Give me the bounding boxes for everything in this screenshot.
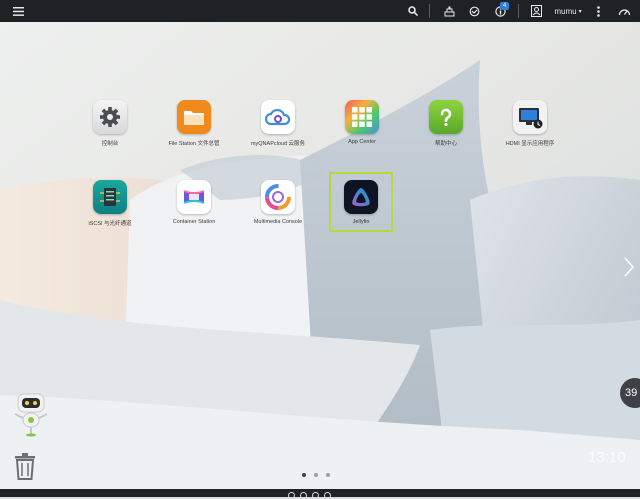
help-icon: [429, 100, 463, 134]
page-dot-2[interactable]: [314, 473, 318, 477]
app-file-station[interactable]: File Station 文件总管: [156, 100, 232, 147]
app-label: Container Station: [172, 219, 216, 225]
hdmi-display-icon: [513, 100, 547, 134]
tasks-icon: [444, 6, 454, 16]
container-icon: [177, 180, 211, 214]
app-control-panel[interactable]: 控制台: [72, 100, 148, 147]
app-label: App Center: [348, 139, 376, 145]
page-indicator: [302, 473, 330, 477]
app-label: iSCSI 与光纤通道: [88, 221, 132, 227]
app-hdmi-display[interactable]: HDMI 显示应用程序: [492, 100, 568, 147]
more-vertical-icon: [596, 5, 600, 17]
user-menu[interactable]: mumu ▾: [552, 0, 584, 22]
app-label: File Station 文件总管: [168, 141, 220, 147]
desktop-clock: 13:10: [588, 449, 626, 466]
main-menu-button[interactable]: [8, 0, 28, 22]
user-icon: [530, 5, 542, 17]
app-label: 控制台: [101, 141, 119, 147]
notification-badge: 4: [500, 2, 509, 10]
app-label: Multimedia Console: [253, 219, 303, 225]
gauge-icon: [618, 8, 630, 15]
dock-circle: [288, 492, 295, 499]
search-button[interactable]: [404, 0, 422, 22]
folder-icon: [177, 100, 211, 134]
helpdesk-robot-icon[interactable]: [10, 392, 52, 438]
app-grid-icon: [345, 100, 379, 134]
desktop-wallpaper: [0, 0, 640, 497]
app-iscsi[interactable]: iSCSI 与光纤通道: [72, 180, 148, 227]
app-container-station[interactable]: Container Station: [156, 180, 232, 225]
page-dot-3[interactable]: [326, 473, 330, 477]
search-icon: [408, 6, 418, 16]
gear-icon: [93, 100, 127, 134]
hamburger-icon: [12, 6, 24, 16]
selection-highlight: [329, 172, 393, 232]
cloud-icon: [261, 100, 295, 134]
next-page-arrow[interactable]: [622, 256, 636, 278]
top-bar: 4 mumu ▾: [0, 0, 640, 22]
user-avatar[interactable]: [527, 0, 545, 22]
dock-circle: [300, 492, 307, 499]
multimedia-icon: [261, 180, 295, 214]
app-multimedia-console[interactable]: Multimedia Console: [240, 180, 316, 225]
dashboard-button[interactable]: [615, 0, 633, 22]
username-label: mumu: [554, 6, 577, 16]
dock-circle: [312, 492, 319, 499]
app-label: myQNAPcloud 云服务: [250, 141, 306, 147]
app-label: HDMI 显示应用程序: [505, 141, 555, 147]
notifications-button[interactable]: 4: [490, 0, 510, 22]
trash-icon[interactable]: [13, 452, 37, 480]
app-app-center[interactable]: App Center: [324, 100, 400, 145]
iscsi-icon: [93, 180, 127, 214]
background-tasks-button[interactable]: [440, 0, 458, 22]
dock-indicators: [288, 492, 331, 499]
app-myqnapcloud[interactable]: myQNAPcloud 云服务: [240, 100, 316, 147]
page-dot-1[interactable]: [302, 473, 306, 477]
app-help-center[interactable]: 帮助中心: [408, 100, 484, 147]
app-label: 帮助中心: [434, 141, 457, 147]
sync-icon: [469, 6, 479, 16]
dock-circle: [324, 492, 331, 499]
chevron-down-icon: ▾: [578, 8, 582, 15]
options-button[interactable]: [591, 0, 605, 22]
external-devices-button[interactable]: [465, 0, 483, 22]
